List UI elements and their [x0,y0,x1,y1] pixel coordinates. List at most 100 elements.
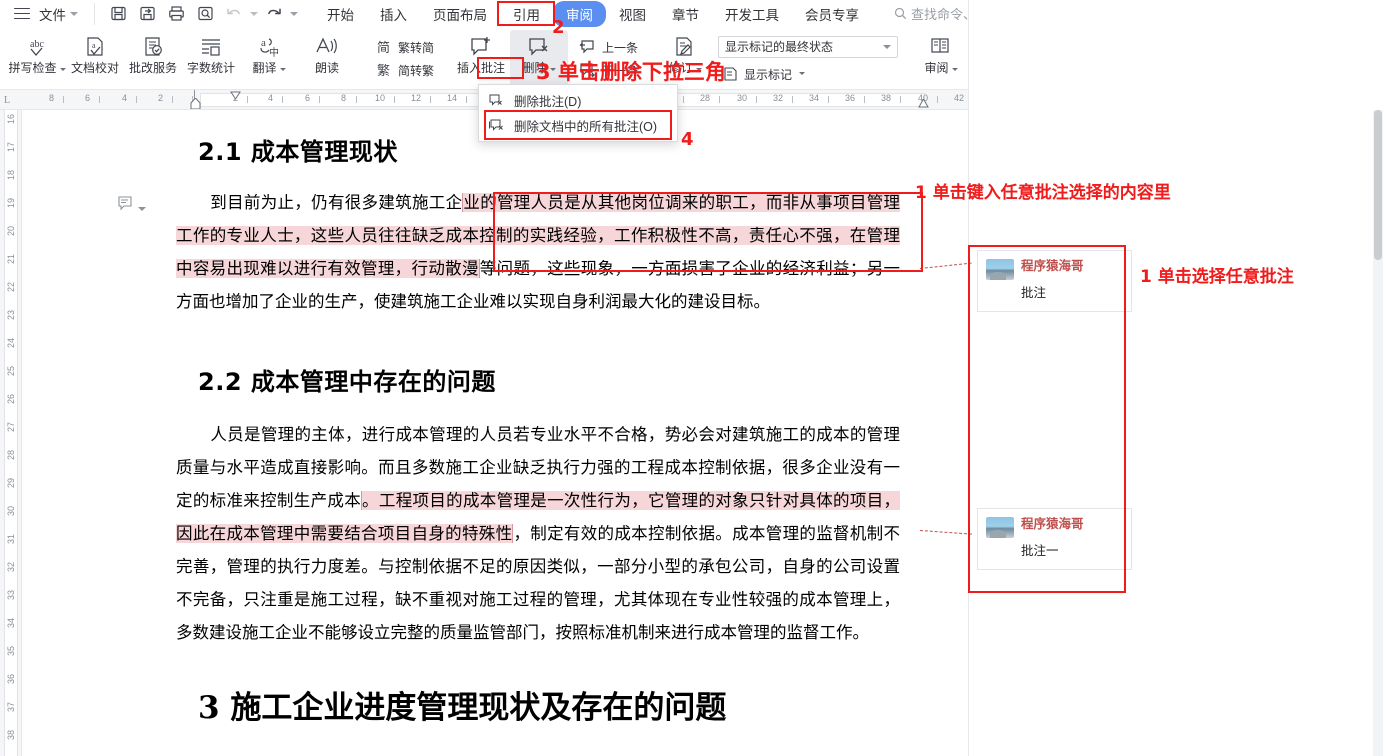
vruler-tick: 25 [6,366,16,377]
tab-huiyuanzhuanxiang[interactable]: 会员专享 [792,1,872,27]
undo-icon[interactable] [221,3,247,25]
save-icon[interactable] [105,3,131,25]
comment-card-1[interactable]: 程序猿海哥 批注 [977,250,1132,312]
delete-all-comments-icon [489,119,503,131]
insert-comment-icon [467,34,495,60]
document-page[interactable]: 2.1 成本管理现状 到目前为止，仍有很多建筑施工企业的管理人员是从其他岗位调来… [22,110,969,756]
vruler-tick: 24 [6,338,16,349]
insert-comment-button[interactable]: 插入批注 [452,30,510,88]
simp-to-trad-button[interactable]: 繁 简转繁 [370,59,438,81]
paragraph-2[interactable]: 人员是管理的主体，进行成本管理的人员若专业水平不合格，势必会对建筑施工的成本的管… [176,418,901,649]
paragraph-1-pre: 到目前为止，仍有很多建筑施工企 [210,193,463,212]
ribbon-group-markup: 显示标记的最终状态 显示标记 [718,28,899,86]
prev-comment-icon [579,40,594,54]
avatar [986,517,1014,538]
heading-2-2: 2.2 成本管理中存在的问题 [198,368,496,396]
markup-state-select[interactable]: 显示标记的最终状态 [718,35,899,58]
word-count-icon [198,34,224,60]
translate-button[interactable]: a中 翻译 [240,30,298,88]
comment-author: 程序猿海哥 [1021,259,1084,273]
read-aloud-button[interactable]: 朗读 [298,30,356,88]
proofread-icon: a [82,34,108,60]
comment-header: 程序猿海哥 [986,259,1123,280]
word-count-button[interactable]: 字数统计 [182,30,240,88]
ribbon-tabs: 开始 插入 页面布局 引用 审阅 视图 章节 开发工具 会员专享 [314,0,872,27]
read-aloud-icon [313,34,341,60]
comment-header: 程序猿海哥 [986,517,1123,538]
scrollbar-thumb[interactable] [1374,110,1382,260]
spellcheck-icon: abc [23,34,51,60]
translate-icon: a中 [256,34,282,60]
vertical-ruler[interactable]: 16 17 18 19 20 21 22 23 24 25 26 27 28 2… [0,110,22,756]
print-icon[interactable] [163,3,189,25]
correction-service-button[interactable]: 批改服务 [124,30,182,88]
menu-item-label: 删除批注(D) [514,95,582,109]
vruler-tick: 31 [6,534,16,545]
trad-to-simp-label: 繁转简 [398,40,435,55]
delete-comment-dropdown-menu[interactable]: 删除批注(D) 删除文档中的所有批注(O) [478,84,678,142]
chevron-down-icon[interactable] [138,206,146,211]
tab-kaifagongju[interactable]: 开发工具 [712,1,792,27]
translate-label: 翻译 [252,61,277,75]
customize-toolbar-icon[interactable] [290,11,298,16]
annotation-text-1a: 1 单击键入任意批注选择的内容里 [915,183,1171,203]
ribbon-group-convert: 简 繁转简 繁 简转繁 [370,28,438,86]
annotation-number-4: 4 [681,129,694,150]
first-line-indent-marker[interactable] [190,97,201,109]
print-preview-icon[interactable] [192,3,218,25]
menu-item-delete-comment[interactable]: 删除批注(D) [479,88,677,113]
right-indent-marker[interactable] [918,97,929,109]
chevron-down-icon [883,44,892,49]
redo-icon[interactable] [261,3,287,25]
tab-zhangjie[interactable]: 章节 [659,1,712,27]
tab-shitu[interactable]: 视图 [606,1,659,27]
vruler-tick: 35 [6,646,16,657]
hamburger-icon [14,7,30,20]
show-markup-button[interactable]: 显示标记 [718,64,898,85]
vruler-tick: 20 [6,226,16,237]
chevron-down-icon [59,68,66,71]
vruler-tick: 37 [6,702,16,713]
vruler-tick: 36 [6,674,16,685]
vruler-tick: 30 [6,506,16,517]
tab-yinyong[interactable]: 引用 [500,1,553,27]
vruler-tick: 29 [6,478,16,489]
tab-stop-selector[interactable]: L [4,95,10,106]
svg-text:繁: 繁 [377,63,390,78]
proofread-label: 文档校对 [70,61,119,75]
tab-charu[interactable]: 插入 [367,1,420,27]
tab-yemianbuju[interactable]: 页面布局 [420,1,500,27]
quick-access-toolbar [94,2,298,25]
vruler-tick: 21 [6,254,16,265]
vruler-tick: 26 [6,394,16,405]
comment-card-2[interactable]: 程序猿海哥 批注一 [977,508,1132,570]
undo-dropdown-icon[interactable] [250,11,258,16]
search-icon [894,7,907,20]
trad-to-simp-button[interactable]: 简 繁转简 [370,36,438,58]
comment-text[interactable]: 批注一 [1021,540,1123,559]
review-pane-button[interactable]: 审阅 [912,30,970,88]
comment-balloon-marker[interactable] [118,196,146,211]
svg-text:a: a [261,37,266,49]
vruler-tick: 28 [6,450,16,461]
tab-kaishi[interactable]: 开始 [314,1,367,27]
file-menu-button[interactable]: 文件 [8,2,84,26]
paragraph-1[interactable]: 到目前为止，仍有很多建筑施工企业的管理人员是从其他岗位调来的职工，而非从事项目管… [176,186,901,318]
chevron-down-icon [951,68,958,71]
markup-state-value: 显示标记的最终状态 [725,40,834,54]
heading-2-1: 2.1 成本管理现状 [198,138,398,166]
vertical-scrollbar[interactable] [1373,110,1383,756]
review-pane-icon [927,34,955,60]
vruler-tick: 22 [6,282,16,293]
menu-item-delete-all-comments[interactable]: 删除文档中的所有批注(O) [479,113,677,138]
save-as-icon[interactable] [134,3,160,25]
delete-comment-icon [489,94,502,106]
heading-3: 3 施工企业进度管理现状及存在的问题 [198,690,727,726]
comment-text[interactable]: 批注 [1021,282,1123,301]
spellcheck-button[interactable]: abc 拼写检查 [8,30,66,88]
svg-text:a: a [92,41,96,50]
prev-comment-button[interactable]: 上一条 [574,36,642,58]
hanging-indent-marker[interactable] [230,91,241,102]
proofread-button[interactable]: a 文档校对 [66,30,124,88]
word-count-label: 字数统计 [186,61,235,75]
